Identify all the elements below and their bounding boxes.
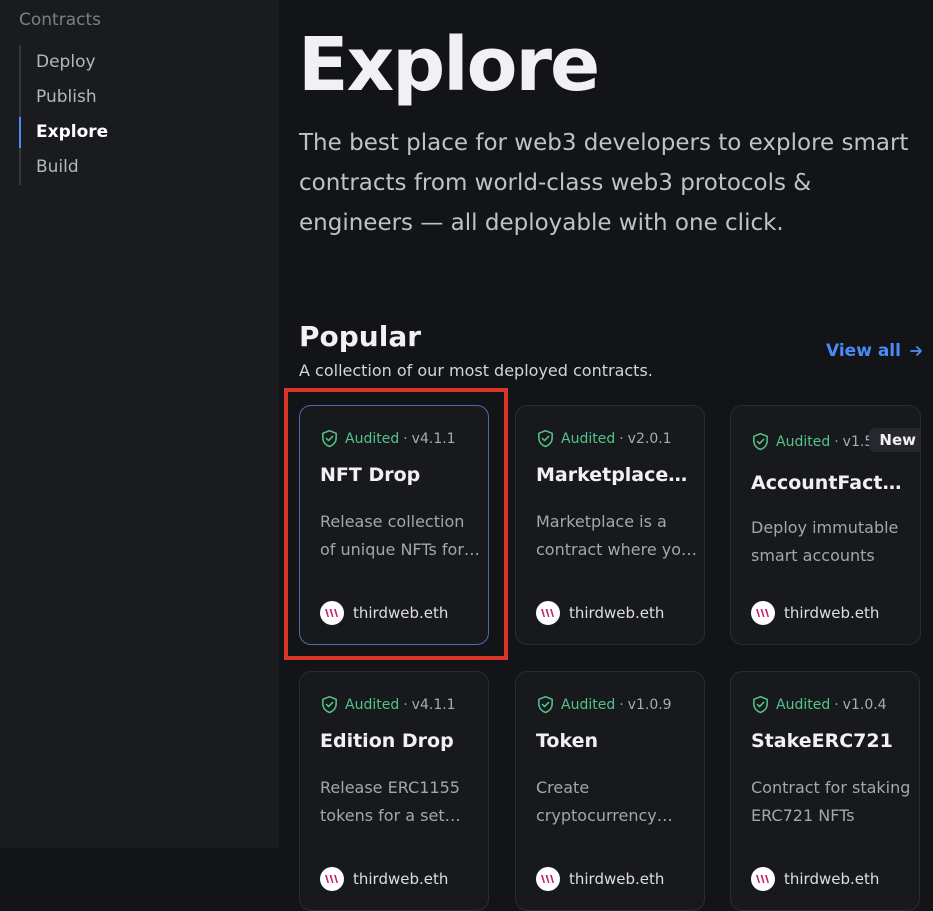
contract-description: Create cryptocurrency compliant with ERC… [536, 778, 657, 825]
publisher-name: thirdweb.eth [353, 870, 449, 888]
avatar [536, 867, 560, 891]
audited-label: Audited [561, 430, 616, 447]
thirdweb-logo-icon [756, 609, 769, 617]
page-title: Explore [298, 22, 600, 108]
contract-description: Marketplace is a contract where you can … [536, 512, 692, 559]
sidebar-item-explore[interactable]: Explore [18, 115, 108, 150]
audit-status: Audited · v2.0.1 [536, 429, 672, 448]
thirdweb-logo-icon [756, 875, 769, 883]
sidebar-item-publish[interactable]: Publish [21, 80, 108, 115]
page-description: The best place for web3 developers to ex… [299, 130, 909, 236]
thirdweb-logo-icon [325, 875, 338, 883]
audit-status: Audited · v4.1.1 [320, 695, 456, 714]
avatar [751, 601, 775, 625]
contract-description: Deploy immutable smart accounts [751, 518, 899, 565]
arrow-right-icon [910, 346, 922, 356]
contract-description: Release collection of unique NFTs for a … [320, 512, 479, 559]
version-label: v2.0.1 [627, 430, 672, 447]
publisher[interactable]: thirdweb.eth [751, 867, 879, 891]
contract-card-token[interactable]: Audited · v1.0.9 Token Create cryptocurrency… [515, 671, 705, 911]
avatar [320, 867, 344, 891]
publisher-name: thirdweb.eth [569, 870, 665, 888]
sidebar-nav: Deploy Publish Explore Build [18, 45, 108, 185]
view-all-label: View all [826, 341, 901, 361]
contract-name: Edition Drop [320, 730, 454, 752]
separator: · [403, 430, 408, 447]
version-label: v1.0.4 [842, 696, 887, 713]
audited-label: Audited [776, 696, 831, 713]
publisher-name: thirdweb.eth [784, 604, 880, 622]
audited-label: Audited [776, 433, 831, 450]
contract-name: NFT Drop [320, 464, 421, 486]
contract-description: Contract for staking ERC721 NFTs [751, 778, 911, 825]
section-subtitle: A collection of our most deployed contra… [299, 361, 653, 380]
version-label: v4.1.1 [411, 696, 456, 713]
separator: · [834, 433, 839, 450]
contract-card-edition-drop[interactable]: Audited · v4.1.1 Edition Drop Release ERC115… [299, 671, 489, 911]
contract-description: Release ERC1155 tokens for a set price [320, 778, 460, 825]
thirdweb-logo-icon [541, 875, 554, 883]
audit-status: Audited · v1.0.4 [751, 695, 887, 714]
sidebar-item-build[interactable]: Build [21, 150, 108, 185]
contract-card-stake-erc721[interactable]: Audited · v1.0.4 StakeERC721 Contract for st… [730, 671, 920, 911]
audit-status: Audited · v4.1.1 [320, 429, 456, 448]
thirdweb-logo-icon [541, 609, 554, 617]
sidebar-heading: Contracts [19, 10, 101, 30]
sidebar-item-deploy[interactable]: Deploy [21, 45, 108, 80]
avatar [751, 867, 775, 891]
publisher[interactable]: thirdweb.eth [320, 867, 448, 891]
section-title: Popular [299, 320, 422, 353]
publisher[interactable]: thirdweb.eth [536, 601, 664, 625]
separator: · [619, 430, 624, 447]
version-label: v4.1.1 [411, 430, 456, 447]
contract-card-nft-drop[interactable]: Audited · v4.1.1 NFT Drop Release collection… [299, 405, 489, 645]
contract-name: Token [536, 730, 599, 752]
separator: · [403, 696, 408, 713]
contract-name: StakeERC721 [751, 730, 893, 752]
shield-check-icon [753, 432, 768, 451]
audit-status: Audited · v1.5.2 [751, 432, 887, 451]
audited-label: Audited [345, 430, 400, 447]
separator: · [619, 696, 624, 713]
sidebar: Contracts Deploy Publish Explore Build [0, 0, 279, 848]
publisher[interactable]: thirdweb.eth [536, 867, 664, 891]
contract-name: AccountFactory [751, 472, 911, 494]
publisher[interactable]: thirdweb.eth [320, 601, 448, 625]
shield-check-icon [538, 429, 553, 448]
publisher-name: thirdweb.eth [353, 604, 449, 622]
contract-card-marketplacev3[interactable]: Audited · v2.0.1 MarketplaceV3 Marketplace i… [515, 405, 705, 645]
shield-check-icon [538, 695, 553, 714]
new-badge: New [869, 428, 920, 452]
contract-name: MarketplaceV3 [536, 464, 696, 486]
thirdweb-logo-icon [325, 609, 338, 617]
audited-label: Audited [561, 696, 616, 713]
avatar [320, 601, 344, 625]
audit-status: Audited · v1.0.9 [536, 695, 672, 714]
publisher-name: thirdweb.eth [784, 870, 880, 888]
audited-label: Audited [345, 696, 400, 713]
separator: · [834, 696, 839, 713]
shield-check-icon [322, 695, 337, 714]
contract-card-account-factory[interactable]: Audited · v1.5.2 New AccountFactory Deploy im… [730, 405, 921, 645]
avatar [536, 601, 560, 625]
view-all-link[interactable]: View all [826, 341, 923, 361]
version-label: v1.0.9 [627, 696, 672, 713]
shield-check-icon [753, 695, 768, 714]
shield-check-icon [322, 429, 337, 448]
publisher-name: thirdweb.eth [569, 604, 665, 622]
publisher[interactable]: thirdweb.eth [751, 601, 879, 625]
